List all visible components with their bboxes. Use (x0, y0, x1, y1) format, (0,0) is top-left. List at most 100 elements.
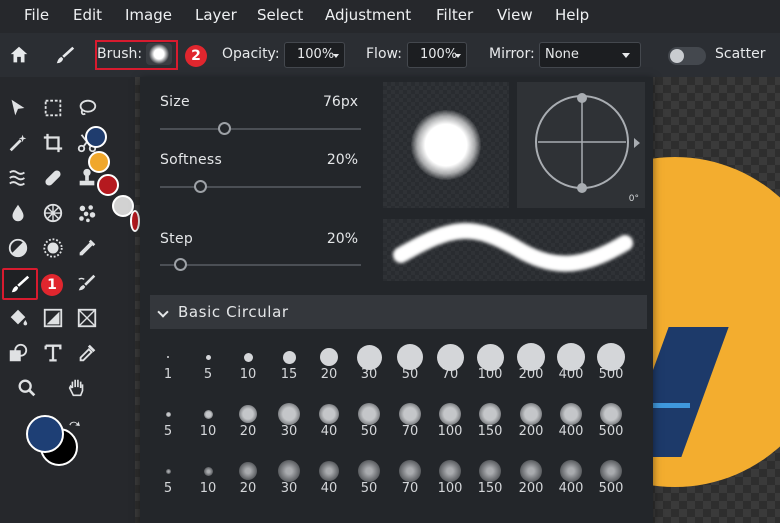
brush-preset[interactable]: 20 (228, 397, 268, 447)
brush-preset[interactable]: 50 (390, 340, 430, 390)
brush-preset[interactable]: 5 (148, 397, 188, 447)
brush-preset[interactable]: 100 (430, 397, 470, 447)
flow-select[interactable]: 100% (407, 42, 467, 68)
foreground-color-swatch[interactable] (26, 415, 64, 453)
mirror-select[interactable]: None (539, 42, 641, 68)
mirror-value: None (545, 47, 579, 62)
brush-preset[interactable]: 20 (309, 340, 349, 390)
zoom-icon[interactable] (14, 375, 40, 401)
brush-preset[interactable]: 70 (390, 397, 430, 447)
dots-pattern-icon[interactable] (74, 200, 100, 226)
angle-roundness-control[interactable]: 0° (517, 82, 645, 208)
brush-preset[interactable]: 70 (430, 340, 470, 390)
size-slider-track[interactable] (160, 128, 361, 130)
eyedropper-icon[interactable] (74, 340, 100, 366)
brush-preset-size: 500 (598, 424, 624, 439)
dodge-burn-icon[interactable] (40, 235, 66, 261)
brush-preset[interactable]: 500 (591, 340, 631, 390)
brush-preset[interactable]: 200 (511, 340, 551, 390)
menu-edit[interactable]: Edit (73, 6, 102, 24)
bandage-icon[interactable] (40, 165, 66, 191)
brush-preset[interactable]: 400 (551, 454, 591, 504)
palette-swatch[interactable] (85, 126, 107, 148)
sponge-icon[interactable] (40, 200, 66, 226)
swap-colors-icon[interactable] (66, 418, 82, 434)
brush-preset[interactable]: 10 (188, 454, 228, 504)
brush-preset-size: 50 (360, 424, 378, 439)
brush-preset[interactable]: 150 (470, 397, 510, 447)
brush-preset-swatch (399, 460, 421, 482)
liquify-icon[interactable] (5, 165, 31, 191)
brush-preset[interactable]: 1 (148, 340, 188, 390)
smudge-brush-icon[interactable] (74, 270, 100, 296)
menu-file[interactable]: File (24, 6, 49, 24)
brush-preset[interactable]: 20 (228, 454, 268, 504)
brush-preset-size: 20 (239, 424, 257, 439)
brush-preset[interactable]: 40 (309, 397, 349, 447)
brush-preset[interactable]: 5 (148, 454, 188, 504)
paint-bucket-icon[interactable] (5, 305, 31, 331)
brush-preset[interactable]: 10 (228, 340, 268, 390)
brush-preset[interactable]: 400 (551, 340, 591, 390)
menu-view[interactable]: View (497, 6, 533, 24)
brush-preset[interactable]: 10 (188, 397, 228, 447)
hand-icon[interactable] (64, 375, 90, 401)
brush-preset[interactable]: 70 (390, 454, 430, 504)
step-slider-track[interactable] (160, 264, 361, 266)
blur-drop-icon[interactable] (5, 200, 31, 226)
size-slider-thumb[interactable] (218, 122, 232, 135)
brush-preset[interactable]: 150 (470, 454, 510, 504)
text-tool-icon[interactable] (40, 340, 66, 366)
menu-layer[interactable]: Layer (195, 6, 237, 24)
palette-swatch[interactable] (97, 174, 119, 196)
brush-preset-swatch (167, 356, 169, 358)
menu-select[interactable]: Select (257, 6, 303, 24)
home-icon[interactable] (6, 42, 32, 68)
gradient-tool-icon[interactable] (40, 305, 66, 331)
palette-swatch[interactable] (88, 151, 110, 173)
step-slider-thumb[interactable] (174, 258, 188, 271)
scatter-toggle[interactable] (668, 47, 706, 65)
lasso-tool-icon[interactable] (74, 95, 100, 121)
softness-slider-track[interactable] (160, 186, 361, 188)
opacity-select[interactable]: 100% (284, 42, 345, 68)
brush-preset[interactable]: 200 (511, 397, 551, 447)
move-tool-icon[interactable] (5, 95, 31, 121)
brush-preset-size: 70 (401, 424, 419, 439)
angle-value: 0° (628, 194, 639, 204)
brush-preset-swatch (320, 348, 338, 366)
shape-tool-icon[interactable] (5, 340, 31, 366)
mirror-label: Mirror: (489, 46, 535, 62)
brush-preset[interactable]: 200 (511, 454, 551, 504)
brush-preset-size: 150 (477, 424, 503, 439)
brush-preset-size: 40 (320, 424, 338, 439)
brush-preset[interactable]: 500 (591, 454, 631, 504)
brush-preset[interactable]: 400 (551, 397, 591, 447)
brush-preset[interactable]: 40 (309, 454, 349, 504)
brush-preset[interactable]: 30 (349, 340, 389, 390)
brush-preset[interactable]: 50 (349, 454, 389, 504)
menu-help[interactable]: Help (555, 6, 589, 24)
contrast-icon[interactable] (5, 235, 31, 261)
brush-preset[interactable]: 30 (269, 397, 309, 447)
marquee-tool-icon[interactable] (40, 95, 66, 121)
transform-icon[interactable] (74, 305, 100, 331)
softness-slider-thumb[interactable] (194, 180, 208, 193)
menu-adjustment[interactable]: Adjustment (325, 6, 411, 24)
brush-preset[interactable]: 500 (591, 397, 631, 447)
brush-preset[interactable]: 50 (349, 397, 389, 447)
crop-tool-icon[interactable] (40, 130, 66, 156)
brush-preset[interactable]: 15 (269, 340, 309, 390)
color-picker-icon[interactable] (74, 235, 100, 261)
palette-swatch[interactable] (130, 210, 140, 232)
magic-wand-icon[interactable] (5, 130, 31, 156)
brush-preset[interactable]: 100 (470, 340, 510, 390)
flow-label: Flow: (366, 46, 402, 62)
brush-tool-button[interactable] (2, 268, 38, 300)
menu-filter[interactable]: Filter (436, 6, 473, 24)
preset-group-header[interactable]: Basic Circular (150, 295, 647, 329)
menu-image[interactable]: Image (125, 6, 172, 24)
brush-preset[interactable]: 100 (430, 454, 470, 504)
brush-preset[interactable]: 5 (188, 340, 228, 390)
brush-preset[interactable]: 30 (269, 454, 309, 504)
